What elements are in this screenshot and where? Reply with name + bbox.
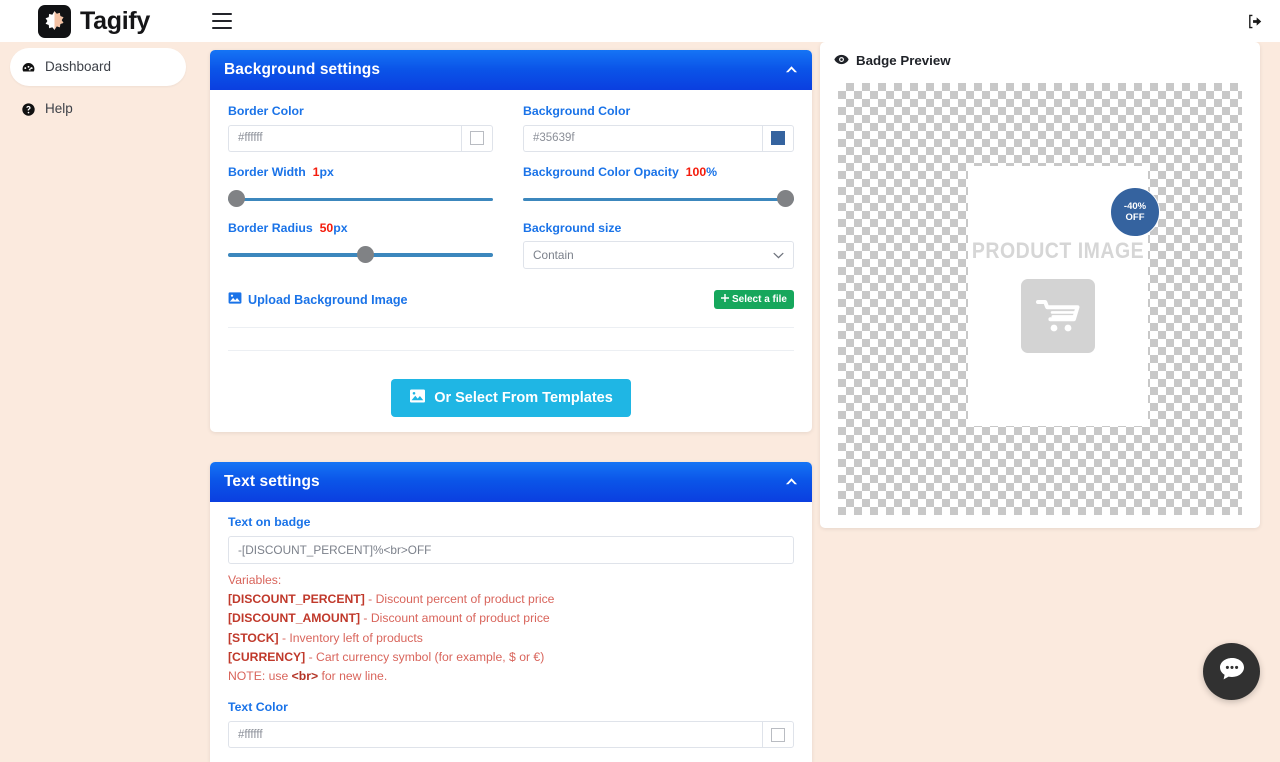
sidebar: Dashboard Help [0,42,196,720]
hamburger-icon[interactable] [212,13,232,29]
text-color-swatch [771,728,785,742]
variables-heading: Variables: [228,571,794,590]
right-column: Background Color Background Color Opacit… [511,104,794,276]
select-from-templates-button[interactable]: Or Select From Templates [391,379,631,417]
background-size-select[interactable]: Contain [523,241,794,269]
divider [228,327,794,328]
variable-desc: - Discount percent of product price [365,592,555,606]
select-a-file-button[interactable]: Select a file [714,290,794,309]
top-bar: Tagify [0,0,1280,42]
sidebar-item-dashboard[interactable]: Dashboard [10,48,186,86]
background-size-value: Contain [533,248,574,262]
text-color-group [228,721,794,748]
chat-widget-button[interactable] [1203,643,1260,700]
brand-logo[interactable]: Tagify [38,5,150,38]
logout-icon[interactable] [1242,8,1268,34]
background-color-label: Background Color [523,104,794,119]
variables-note: NOTE: use <br> for new line. [228,667,794,686]
variable-token: [STOCK] [228,631,279,645]
background-settings-header[interactable]: Background settings [210,50,812,90]
variable-desc: - Inventory left of products [279,631,423,645]
border-width-label: Border Width 1px [228,165,493,180]
slider-thumb[interactable] [777,190,794,207]
variable-row: [CURRENCY] - Cart currency symbol (for e… [228,648,794,667]
chevron-up-icon[interactable] [785,473,798,491]
sidebar-item-help[interactable]: Help [10,90,186,128]
left-column: Border Color Border Width 1px [228,104,511,276]
br-token: <br> [292,669,318,683]
background-color-group [523,125,794,152]
select-from-templates-label: Or Select From Templates [434,390,613,406]
variable-token: [DISCOUNT_AMOUNT] [228,611,360,625]
border-color-group [228,125,493,152]
background-color-input[interactable] [523,125,762,152]
border-radius-slider-row [228,241,493,268]
slider-track [523,198,794,202]
badge-preview-panel: Badge Preview PRODUCT IMAGE -40% OFF [820,42,1260,528]
plus-icon [721,294,729,305]
background-opacity-slider[interactable] [523,196,794,202]
border-color-label: Border Color [228,104,493,119]
variable-desc: - Discount amount of product price [360,611,550,625]
border-color-swatch [470,131,484,145]
image-icon [228,292,242,307]
eye-icon [834,53,849,68]
background-color-swatch-button[interactable] [762,125,794,152]
text-on-badge-input[interactable] [228,536,794,564]
product-placeholder-text: PRODUCT IMAGE [972,238,1144,264]
chevron-up-icon[interactable] [785,61,798,79]
chat-bubble-icon [1217,655,1247,688]
slider-thumb[interactable] [357,246,374,263]
badge-line-1: -40% [1124,201,1146,212]
upload-background-row: Upload Background Image Select a file [228,290,794,309]
text-color-label: Text Color [228,700,794,715]
logo-mark-icon [38,5,71,38]
badge-line-2: OFF [1126,212,1145,223]
dashboard-gauge-icon [20,60,37,75]
background-size-label: Background size [523,221,794,236]
text-color-swatch-button[interactable] [762,721,794,748]
text-settings-panel: Text settings Text on badge Variables: [… [210,462,812,762]
variable-row: [STOCK] - Inventory left of products [228,629,794,648]
chevron-down-icon [773,248,784,262]
border-radius-slider[interactable] [228,252,493,258]
sidebar-item-label: Dashboard [45,60,111,74]
slider-track [228,198,493,202]
background-opacity-label: Background Color Opacity 100% [523,165,794,180]
upload-background-label[interactable]: Upload Background Image [228,292,408,307]
background-settings-panel: Background settings Border Color [210,50,812,432]
text-color-input[interactable] [228,721,762,748]
variable-row: [DISCOUNT_PERCENT] - Discount percent of… [228,590,794,609]
templates-row: Or Select From Templates [228,379,794,417]
variables-help: Variables: [DISCOUNT_PERCENT] - Discount… [228,571,794,687]
image-icon [409,389,426,407]
divider [228,350,794,351]
main-content: Background settings Border Color [196,42,1280,720]
background-color-swatch [771,131,785,145]
brand-name: Tagify [80,7,150,36]
background-opacity-slider-row [523,186,794,213]
transparency-checkerboard: PRODUCT IMAGE -40% OFF [838,83,1242,515]
question-circle-icon [20,102,37,117]
discount-badge: -40% OFF [1110,187,1160,237]
variable-row: [DISCOUNT_AMOUNT] - Discount amount of p… [228,609,794,628]
select-a-file-label: Select a file [732,294,787,305]
badge-preview-header: Badge Preview [820,42,1260,68]
border-radius-label: Border Radius 50px [228,221,493,236]
border-width-slider[interactable] [228,196,493,202]
slider-thumb[interactable] [228,190,245,207]
variable-token: [CURRENCY] [228,650,305,664]
badge-preview-title: Badge Preview [856,53,951,68]
panel-title: Text settings [224,473,320,491]
variable-token: [DISCOUNT_PERCENT] [228,592,365,606]
variable-desc: - Cart currency symbol (for example, $ o… [305,650,544,664]
sidebar-item-label: Help [45,102,73,116]
border-color-swatch-button[interactable] [461,125,493,152]
border-width-slider-row [228,186,493,213]
shopping-cart-icon [1021,279,1095,353]
border-color-input[interactable] [228,125,461,152]
text-on-badge-label: Text on badge [228,515,794,530]
text-settings-header[interactable]: Text settings [210,462,812,502]
panel-title: Background settings [224,61,380,79]
